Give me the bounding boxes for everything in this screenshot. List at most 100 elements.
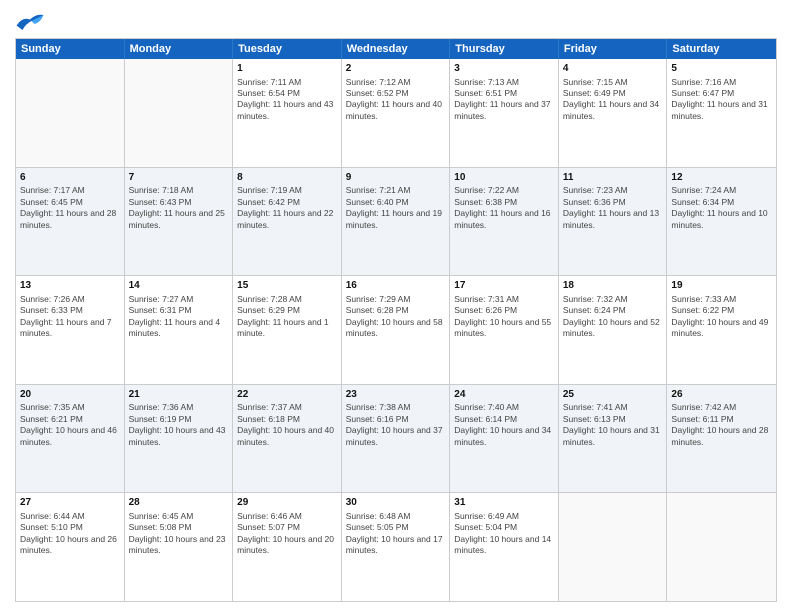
calendar-cell: 6Sunrise: 7:17 AMSunset: 6:45 PMDaylight… bbox=[16, 168, 125, 276]
day-number: 24 bbox=[454, 388, 554, 402]
day-info: Sunrise: 7:12 AMSunset: 6:52 PMDaylight:… bbox=[346, 77, 446, 123]
calendar-week-5: 27Sunrise: 6:44 AMSunset: 5:10 PMDayligh… bbox=[16, 493, 776, 601]
day-number: 22 bbox=[237, 388, 337, 402]
day-info: Sunrise: 6:45 AMSunset: 5:08 PMDaylight:… bbox=[129, 511, 229, 557]
day-number: 2 bbox=[346, 62, 446, 76]
day-number: 18 bbox=[563, 279, 663, 293]
calendar-cell bbox=[559, 493, 668, 601]
day-number: 23 bbox=[346, 388, 446, 402]
calendar-cell: 29Sunrise: 6:46 AMSunset: 5:07 PMDayligh… bbox=[233, 493, 342, 601]
calendar-cell: 27Sunrise: 6:44 AMSunset: 5:10 PMDayligh… bbox=[16, 493, 125, 601]
calendar-cell: 31Sunrise: 6:49 AMSunset: 5:04 PMDayligh… bbox=[450, 493, 559, 601]
calendar-cell: 11Sunrise: 7:23 AMSunset: 6:36 PMDayligh… bbox=[559, 168, 668, 276]
day-number: 3 bbox=[454, 62, 554, 76]
calendar-cell: 10Sunrise: 7:22 AMSunset: 6:38 PMDayligh… bbox=[450, 168, 559, 276]
day-number: 30 bbox=[346, 496, 446, 510]
logo bbox=[15, 10, 47, 32]
day-number: 4 bbox=[563, 62, 663, 76]
calendar-cell: 12Sunrise: 7:24 AMSunset: 6:34 PMDayligh… bbox=[667, 168, 776, 276]
day-info: Sunrise: 7:38 AMSunset: 6:16 PMDaylight:… bbox=[346, 402, 446, 448]
calendar-cell: 30Sunrise: 6:48 AMSunset: 5:05 PMDayligh… bbox=[342, 493, 451, 601]
day-info: Sunrise: 7:36 AMSunset: 6:19 PMDaylight:… bbox=[129, 402, 229, 448]
calendar-cell: 1Sunrise: 7:11 AMSunset: 6:54 PMDaylight… bbox=[233, 59, 342, 167]
day-info: Sunrise: 7:31 AMSunset: 6:26 PMDaylight:… bbox=[454, 294, 554, 340]
calendar-cell: 22Sunrise: 7:37 AMSunset: 6:18 PMDayligh… bbox=[233, 385, 342, 493]
day-number: 5 bbox=[671, 62, 772, 76]
day-info: Sunrise: 7:21 AMSunset: 6:40 PMDaylight:… bbox=[346, 185, 446, 231]
day-info: Sunrise: 6:48 AMSunset: 5:05 PMDaylight:… bbox=[346, 511, 446, 557]
day-info: Sunrise: 7:24 AMSunset: 6:34 PMDaylight:… bbox=[671, 185, 772, 231]
day-info: Sunrise: 7:37 AMSunset: 6:18 PMDaylight:… bbox=[237, 402, 337, 448]
day-number: 26 bbox=[671, 388, 772, 402]
calendar-week-2: 6Sunrise: 7:17 AMSunset: 6:45 PMDaylight… bbox=[16, 168, 776, 277]
day-number: 27 bbox=[20, 496, 120, 510]
day-number: 8 bbox=[237, 171, 337, 185]
header-day-wednesday: Wednesday bbox=[342, 39, 451, 59]
calendar-cell: 24Sunrise: 7:40 AMSunset: 6:14 PMDayligh… bbox=[450, 385, 559, 493]
day-number: 28 bbox=[129, 496, 229, 510]
day-info: Sunrise: 6:49 AMSunset: 5:04 PMDaylight:… bbox=[454, 511, 554, 557]
day-info: Sunrise: 7:42 AMSunset: 6:11 PMDaylight:… bbox=[671, 402, 772, 448]
day-number: 17 bbox=[454, 279, 554, 293]
day-info: Sunrise: 6:46 AMSunset: 5:07 PMDaylight:… bbox=[237, 511, 337, 557]
header-day-friday: Friday bbox=[559, 39, 668, 59]
day-number: 12 bbox=[671, 171, 772, 185]
calendar-cell: 23Sunrise: 7:38 AMSunset: 6:16 PMDayligh… bbox=[342, 385, 451, 493]
day-number: 11 bbox=[563, 171, 663, 185]
day-info: Sunrise: 7:28 AMSunset: 6:29 PMDaylight:… bbox=[237, 294, 337, 340]
calendar-cell: 15Sunrise: 7:28 AMSunset: 6:29 PMDayligh… bbox=[233, 276, 342, 384]
calendar-week-1: 1Sunrise: 7:11 AMSunset: 6:54 PMDaylight… bbox=[16, 59, 776, 168]
logo-bird-icon bbox=[15, 10, 45, 32]
day-info: Sunrise: 7:40 AMSunset: 6:14 PMDaylight:… bbox=[454, 402, 554, 448]
day-number: 7 bbox=[129, 171, 229, 185]
day-info: Sunrise: 7:32 AMSunset: 6:24 PMDaylight:… bbox=[563, 294, 663, 340]
calendar-cell bbox=[125, 59, 234, 167]
day-number: 19 bbox=[671, 279, 772, 293]
calendar-cell: 8Sunrise: 7:19 AMSunset: 6:42 PMDaylight… bbox=[233, 168, 342, 276]
day-number: 25 bbox=[563, 388, 663, 402]
calendar-cell: 18Sunrise: 7:32 AMSunset: 6:24 PMDayligh… bbox=[559, 276, 668, 384]
day-info: Sunrise: 7:11 AMSunset: 6:54 PMDaylight:… bbox=[237, 77, 337, 123]
day-info: Sunrise: 7:29 AMSunset: 6:28 PMDaylight:… bbox=[346, 294, 446, 340]
day-number: 21 bbox=[129, 388, 229, 402]
day-info: Sunrise: 7:27 AMSunset: 6:31 PMDaylight:… bbox=[129, 294, 229, 340]
calendar-week-3: 13Sunrise: 7:26 AMSunset: 6:33 PMDayligh… bbox=[16, 276, 776, 385]
day-info: Sunrise: 7:22 AMSunset: 6:38 PMDaylight:… bbox=[454, 185, 554, 231]
calendar-cell: 19Sunrise: 7:33 AMSunset: 6:22 PMDayligh… bbox=[667, 276, 776, 384]
header-day-thursday: Thursday bbox=[450, 39, 559, 59]
calendar-cell: 21Sunrise: 7:36 AMSunset: 6:19 PMDayligh… bbox=[125, 385, 234, 493]
day-number: 9 bbox=[346, 171, 446, 185]
day-info: Sunrise: 7:33 AMSunset: 6:22 PMDaylight:… bbox=[671, 294, 772, 340]
day-info: Sunrise: 7:26 AMSunset: 6:33 PMDaylight:… bbox=[20, 294, 120, 340]
header bbox=[15, 10, 777, 32]
day-number: 6 bbox=[20, 171, 120, 185]
header-day-tuesday: Tuesday bbox=[233, 39, 342, 59]
calendar-cell bbox=[16, 59, 125, 167]
day-number: 13 bbox=[20, 279, 120, 293]
day-number: 16 bbox=[346, 279, 446, 293]
day-number: 10 bbox=[454, 171, 554, 185]
calendar-cell: 14Sunrise: 7:27 AMSunset: 6:31 PMDayligh… bbox=[125, 276, 234, 384]
header-day-monday: Monday bbox=[125, 39, 234, 59]
day-info: Sunrise: 7:41 AMSunset: 6:13 PMDaylight:… bbox=[563, 402, 663, 448]
page: SundayMondayTuesdayWednesdayThursdayFrid… bbox=[0, 0, 792, 612]
day-number: 14 bbox=[129, 279, 229, 293]
calendar-cell: 9Sunrise: 7:21 AMSunset: 6:40 PMDaylight… bbox=[342, 168, 451, 276]
day-info: Sunrise: 7:15 AMSunset: 6:49 PMDaylight:… bbox=[563, 77, 663, 123]
day-info: Sunrise: 7:13 AMSunset: 6:51 PMDaylight:… bbox=[454, 77, 554, 123]
calendar-cell: 28Sunrise: 6:45 AMSunset: 5:08 PMDayligh… bbox=[125, 493, 234, 601]
calendar-header: SundayMondayTuesdayWednesdayThursdayFrid… bbox=[16, 39, 776, 59]
calendar-cell: 17Sunrise: 7:31 AMSunset: 6:26 PMDayligh… bbox=[450, 276, 559, 384]
day-number: 1 bbox=[237, 62, 337, 76]
calendar: SundayMondayTuesdayWednesdayThursdayFrid… bbox=[15, 38, 777, 602]
calendar-cell: 5Sunrise: 7:16 AMSunset: 6:47 PMDaylight… bbox=[667, 59, 776, 167]
day-info: Sunrise: 7:18 AMSunset: 6:43 PMDaylight:… bbox=[129, 185, 229, 231]
day-number: 15 bbox=[237, 279, 337, 293]
calendar-cell: 4Sunrise: 7:15 AMSunset: 6:49 PMDaylight… bbox=[559, 59, 668, 167]
calendar-body: 1Sunrise: 7:11 AMSunset: 6:54 PMDaylight… bbox=[16, 59, 776, 601]
day-info: Sunrise: 6:44 AMSunset: 5:10 PMDaylight:… bbox=[20, 511, 120, 557]
day-number: 20 bbox=[20, 388, 120, 402]
calendar-cell: 2Sunrise: 7:12 AMSunset: 6:52 PMDaylight… bbox=[342, 59, 451, 167]
calendar-cell: 25Sunrise: 7:41 AMSunset: 6:13 PMDayligh… bbox=[559, 385, 668, 493]
day-info: Sunrise: 7:17 AMSunset: 6:45 PMDaylight:… bbox=[20, 185, 120, 231]
